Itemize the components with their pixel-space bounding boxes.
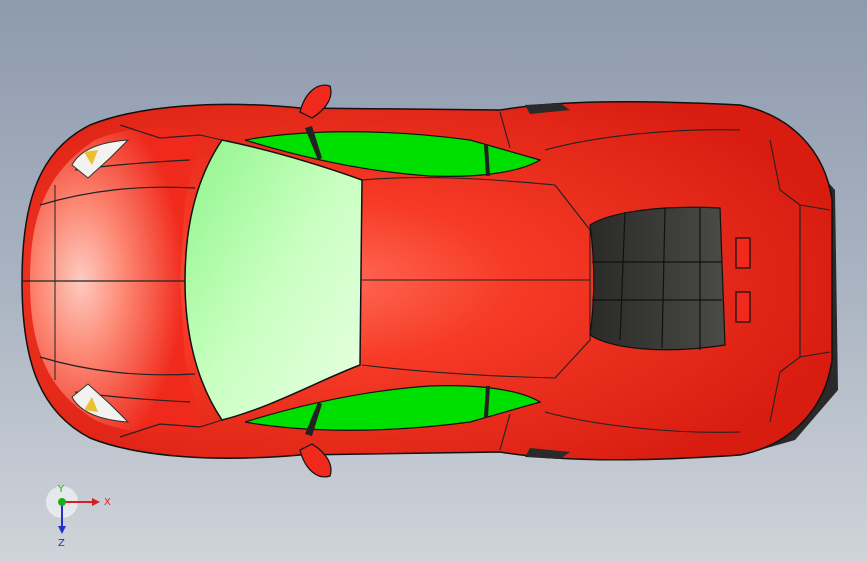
axis-triad: X Y Z [46,484,111,549]
x-axis-label: X [104,497,111,508]
z-axis-label: Z [58,538,65,549]
y-axis [58,498,66,506]
rear-slot-bottom [735,291,751,323]
engine-vent [589,206,726,351]
rear-slot-top [735,237,751,269]
3d-viewport[interactable]: X Y Z [0,0,867,562]
y-axis-label: Y [57,484,65,495]
